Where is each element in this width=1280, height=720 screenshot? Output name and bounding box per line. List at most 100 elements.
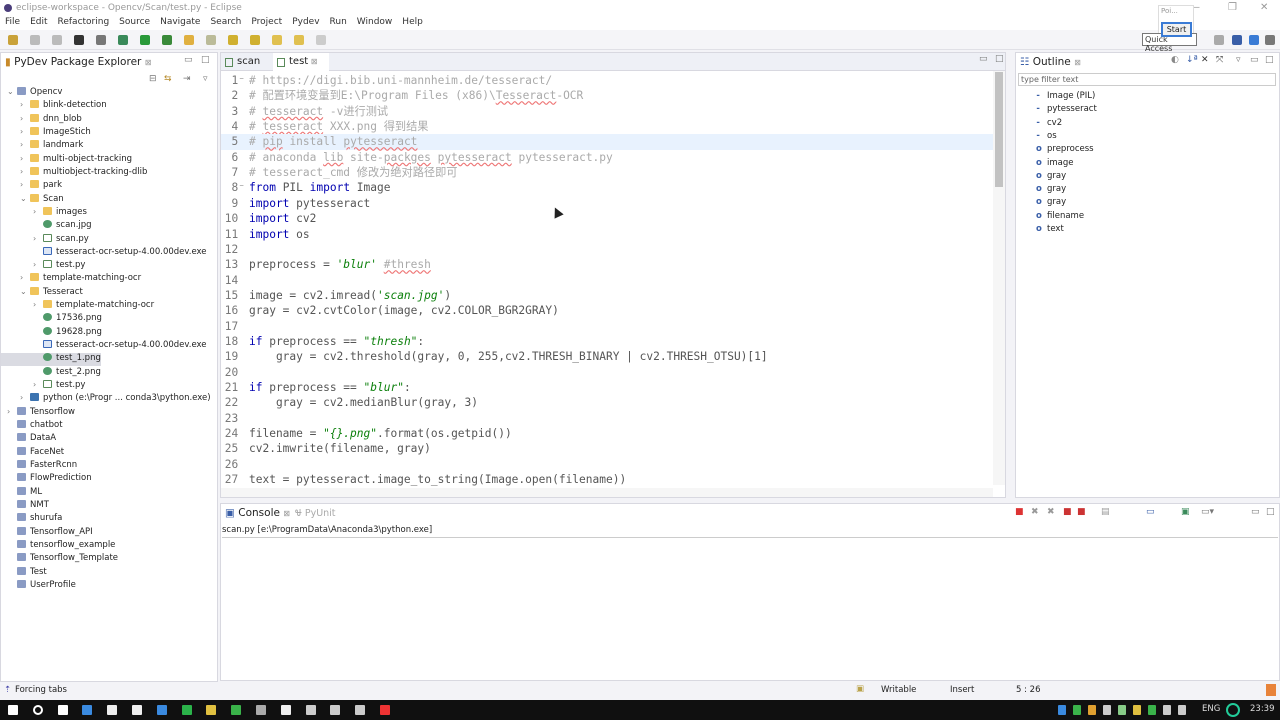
files-icon[interactable] [206, 705, 217, 715]
close-tab-icon[interactable]: ⊠ [283, 509, 290, 518]
outline-item[interactable]: o text [1036, 224, 1064, 237]
tab-pyunit[interactable]: Ꮰ PyUnit [295, 508, 336, 519]
chevron-right-icon[interactable]: › [33, 207, 43, 216]
tree-item[interactable]: FasterRcnn [1, 459, 77, 473]
code-line[interactable]: 14 [221, 273, 993, 288]
tray-icon[interactable] [1118, 705, 1126, 715]
chevron-right-icon[interactable]: › [33, 260, 43, 269]
code-line[interactable]: 3 # tesseract -v进行测试 [221, 104, 993, 119]
debug-icon[interactable] [118, 35, 128, 45]
terminate-icon[interactable]: ■ [1015, 507, 1024, 517]
code-line[interactable]: 19 gray = cv2.threshold(gray, 0, 255,cv2… [221, 349, 993, 364]
chevron-right-icon[interactable]: › [20, 167, 30, 176]
open-console-icon[interactable]: ▭▾ [1201, 507, 1214, 517]
tab-scan[interactable]: scan [221, 53, 266, 71]
code-line[interactable]: 22 gray = cv2.medianBlur(gray, 3) [221, 395, 993, 410]
new-icon[interactable] [8, 35, 18, 45]
chevron-right-icon[interactable]: › [20, 140, 30, 149]
tools-icon[interactable] [206, 35, 216, 45]
stop-all-icon[interactable]: ■ [1077, 507, 1086, 517]
run-icon[interactable] [140, 35, 150, 45]
tree-item[interactable]: DataA [1, 433, 56, 446]
menu-file[interactable]: File [5, 15, 20, 30]
menu-help[interactable]: Help [402, 15, 423, 30]
menu-window[interactable]: Window [357, 15, 393, 30]
tree-item[interactable]: ⌄ Tesseract [1, 286, 83, 300]
code-line[interactable]: 9 import pytesseract [221, 196, 993, 211]
notification-icon[interactable] [1266, 684, 1276, 696]
outline-item[interactable]: o gray [1036, 197, 1066, 210]
tree-item[interactable]: ⌄ Opencv [1, 87, 62, 100]
close-button[interactable]: ✕ [1260, 2, 1268, 13]
back-icon[interactable] [272, 35, 282, 45]
code-line[interactable]: 26 [221, 457, 993, 472]
code-line[interactable]: 16 gray = cv2.cvtColor(image, cv2.COLOR_… [221, 303, 993, 318]
chevron-right-icon[interactable]: › [33, 380, 43, 389]
outline-item[interactable]: ⁃ pytesseract [1036, 104, 1097, 117]
remove-all-icon[interactable]: ✖ [1047, 507, 1055, 517]
minimize-panel-button[interactable]: ▭ [1251, 507, 1260, 517]
code-line[interactable]: 2 # 配置环境变量到E:\Program Files (x86)\Tesser… [221, 88, 993, 103]
chevron-down-icon[interactable]: ⌄ [20, 287, 30, 296]
outline-filter-input[interactable]: type filter text [1018, 73, 1276, 86]
tray-icon[interactable] [1148, 705, 1156, 715]
outline-item[interactable]: o gray [1036, 184, 1066, 197]
search-icon[interactable] [32, 705, 43, 715]
menu-search[interactable]: Search [210, 15, 241, 30]
tab-test[interactable]: test ⊠ [273, 53, 329, 71]
tree-item[interactable]: test_1.png [1, 353, 101, 367]
clock[interactable]: 23:39 [1250, 704, 1275, 714]
tree-item[interactable]: › multiobject-tracking-dlib [1, 166, 147, 180]
scrollbar-thumb[interactable] [995, 72, 1003, 187]
tree-item[interactable]: tensorflow_example [1, 539, 115, 553]
chevron-right-icon[interactable]: › [20, 114, 30, 123]
close-tab-icon[interactable]: ⊠ [145, 58, 152, 67]
chevron-right-icon[interactable]: › [20, 273, 30, 282]
outline-item[interactable]: o filename [1036, 211, 1084, 224]
tree-item[interactable]: FlowPrediction [1, 473, 92, 486]
link-editor-button[interactable]: ⇆ [164, 74, 172, 84]
collapse-button[interactable]: ✕ [1201, 55, 1209, 65]
terminal-icon[interactable] [305, 705, 316, 715]
open-perspective-icon[interactable] [1214, 35, 1224, 45]
chevron-right-icon[interactable]: › [33, 234, 43, 243]
code-line[interactable]: 23 [221, 411, 993, 426]
maximize-button[interactable]: ❐ [1228, 2, 1237, 13]
tree-item[interactable]: › template-matching-ocr [1, 273, 141, 286]
tree-item[interactable]: tesseract-ocr-setup-4.00.00dev.exe [1, 340, 207, 353]
tray-icon[interactable] [1163, 705, 1171, 715]
chevron-right-icon[interactable]: › [20, 154, 30, 163]
start-icon[interactable] [8, 705, 18, 715]
sort-button[interactable]: ↓ª [1186, 55, 1198, 65]
edge-icon[interactable] [82, 705, 93, 715]
horizontal-scrollbar[interactable] [221, 488, 993, 497]
display-console-icon[interactable]: ▣ [1181, 507, 1190, 517]
tree-item[interactable]: › dnn_blob [1, 113, 82, 127]
tree-item[interactable]: › park [1, 180, 62, 193]
outline-item[interactable]: ⁃ cv2 [1036, 118, 1062, 131]
maximize-panel-button[interactable]: □ [1265, 55, 1274, 65]
stop-icon[interactable]: ■ [1063, 507, 1072, 517]
minimize-panel-button[interactable]: ▭ [1250, 55, 1259, 65]
chevron-right-icon[interactable]: › [7, 407, 17, 416]
maximize-editor-button[interactable]: □ [995, 54, 1004, 64]
tree-item[interactable]: Tensorflow_API [1, 526, 93, 540]
tree-item[interactable]: › blink-detection [1, 100, 107, 113]
code-line[interactable]: 27 text = pytesseract.image_to_string(Im… [221, 472, 993, 487]
collapse-all-button[interactable]: ⊟ [149, 74, 157, 84]
tree-item[interactable]: scan.jpg [1, 220, 92, 233]
hide-fields-button[interactable]: ◐ [1171, 55, 1179, 65]
tree-item[interactable]: shurufa [1, 513, 62, 526]
debug-config-icon[interactable] [74, 35, 84, 45]
tree-item[interactable]: test_2.png [1, 366, 101, 380]
eclipse-icon[interactable] [380, 705, 390, 715]
chevron-right-icon[interactable]: › [33, 300, 43, 309]
outline-item[interactable]: ⁃ os [1036, 131, 1057, 144]
chevron-down-icon[interactable]: ⌄ [7, 87, 17, 96]
tree-item[interactable]: ⌄ Scan [1, 193, 64, 207]
debug-perspective-icon[interactable] [1265, 35, 1275, 45]
view-menu-button[interactable]: ▿ [1236, 55, 1241, 65]
code-editor[interactable]: 1⁻ # https://digi.bib.uni-mannheim.de/tes… [221, 72, 993, 487]
pin-console-icon[interactable]: ▭ [1146, 507, 1155, 517]
code-line[interactable]: 15 image = cv2.imread('scan.jpg') [221, 288, 993, 303]
